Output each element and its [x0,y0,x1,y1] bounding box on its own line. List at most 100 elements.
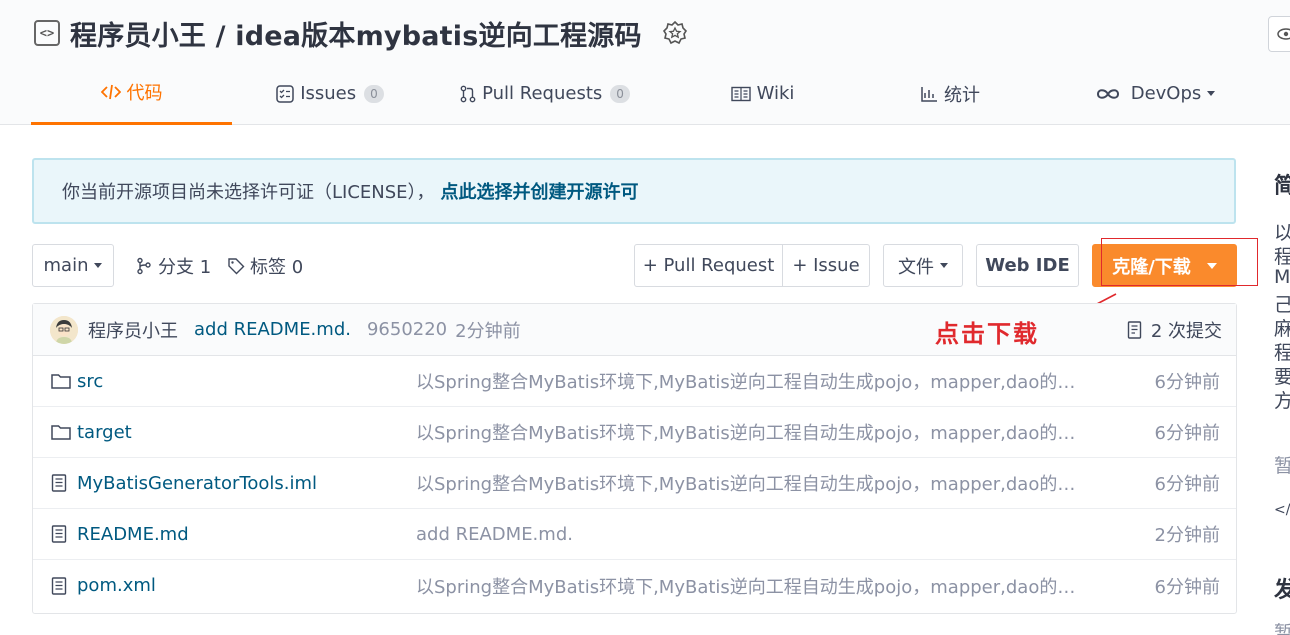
wiki-icon [730,86,751,102]
recommend-badge-icon[interactable] [662,20,688,46]
stats-icon [920,85,938,103]
branches-count: 分支 1 [158,256,212,278]
file-row[interactable]: pom.xml 以Spring整合MyBatis环境下,MyBatis逆向工程自动… [33,560,1236,611]
file-commit-message[interactable]: add README.md. [416,524,1076,545]
avatar[interactable] [50,315,78,344]
file-time: 2分钟前 [1154,525,1220,546]
license-banner-text: 你当前开源项目尚未选择许可证（LICENSE）， [62,182,435,203]
file-menu-button[interactable]: 文件 [883,244,963,287]
file-time: 6分钟前 [1154,423,1220,444]
branch-select[interactable]: main [32,244,114,287]
new-pull-request-button[interactable]: + Pull Request [634,244,783,287]
repo-title-bar: <> 程序员小王 / idea版本mybatis逆向工程源码 [34,14,688,52]
tag-icon [228,257,245,274]
commit-author[interactable]: 程序员小王 [88,317,178,343]
web-ide-label: Web IDE [985,255,1070,276]
file-name-link[interactable]: target [77,422,416,443]
tab-issues[interactable]: Issues 0 [255,62,405,125]
sidebar-intro-line: M [1274,266,1290,288]
folder-icon [51,423,71,441]
tab-devops[interactable]: DevOps [1085,62,1225,125]
sidebar-release-heading: 发 [1274,578,1290,603]
commit-time: 2分钟前 [455,320,521,342]
watch-button[interactable] [1268,16,1290,52]
commit-hash[interactable]: 9650220 [367,319,447,340]
sidebar-intro-heading: 简 [1274,174,1290,199]
web-ide-button[interactable]: Web IDE [976,244,1079,287]
branch-select-label: main [43,255,89,276]
repo-title[interactable]: 程序员小王 / idea版本mybatis逆向工程源码 [70,14,642,53]
sidebar-intro-line: 程 [1274,246,1290,268]
tab-pull-requests-label: Pull Requests [482,83,603,104]
repo-header: <> 程序员小王 / idea版本mybatis逆向工程源码 代码 Issues… [0,0,1290,125]
tab-devops-label: DevOps [1130,83,1202,104]
sidebar-release-empty: 暂 [1274,622,1290,635]
file-commit-message[interactable]: 以Spring整合MyBatis环境下,MyBatis逆向工程自动生成pojo，… [416,470,1076,496]
sidebar-code-link[interactable]: </> [1274,502,1290,518]
license-banner: 你当前开源项目尚未选择许可证（LICENSE）， 点此选择并创建开源许可 [32,158,1236,224]
file-row[interactable]: target 以Spring整合MyBatis环境下,MyBatis逆向工程自动生… [33,407,1236,458]
issues-icon [276,84,294,103]
file-commit-message[interactable]: 以Spring整合MyBatis环境下,MyBatis逆向工程自动生成pojo，… [416,368,1076,394]
file-time: 6分钟前 [1154,474,1220,495]
pull-request-icon [460,85,476,103]
file-row[interactable]: README.md add README.md. 2分钟前 [33,509,1236,560]
commit-history-icon [1127,321,1142,339]
tab-stats[interactable]: 统计 [895,62,1005,125]
devops-icon [1095,87,1121,101]
repo-tabs: 代码 Issues 0 Pull Requests 0 Wiki 统计 DevO… [0,62,1290,125]
repo-toolbar: main 分支 1 标签 0 + Pull Request + Issue 文件… [32,244,1238,288]
sidebar-empty-text: 暂 [1274,455,1290,477]
file-row[interactable]: MyBatisGeneratorTools.iml 以Spring整合MyBati… [33,458,1236,509]
tab-code[interactable]: 代码 [31,62,232,125]
file-menu-label: 文件 [898,256,934,278]
file-name-link[interactable]: src [77,371,416,392]
chevron-down-icon [1207,91,1216,96]
sidebar-intro-line: 以 [1274,222,1290,244]
chevron-down-icon [94,263,103,268]
sidebar-intro-line: 要 [1274,366,1290,388]
new-issue-button[interactable]: + Issue [782,244,870,287]
file-table: 程序员小王 add README.md. 9650220 2分钟前 点击下载 2… [32,303,1237,614]
code-icon [100,84,121,100]
tags-count: 标签 0 [250,256,304,278]
commit-message-link[interactable]: add README.md. [194,319,351,340]
file-icon [51,474,71,492]
file-time: 6分钟前 [1154,576,1220,598]
chevron-down-icon [940,263,948,268]
commits-count-label: 2 次提交 [1150,321,1222,342]
pr-count-badge: 0 [610,84,630,103]
commits-count-link[interactable]: 2 次提交 [1127,304,1222,356]
branches-link[interactable]: 分支 1 [136,244,211,287]
sidebar-intro-line: 己 [1274,294,1290,316]
latest-commit-row: 程序员小王 add README.md. 9650220 2分钟前 点击下载 2… [33,304,1236,356]
tab-code-label: 代码 [126,83,163,104]
sidebar-intro-line: 麻 [1274,318,1290,340]
file-icon [51,576,71,595]
branch-icon [137,257,151,274]
download-annotation: 点击下载 [935,320,1039,348]
tab-wiki-label: Wiki [756,83,795,104]
file-commit-message[interactable]: 以Spring整合MyBatis环境下,MyBatis逆向工程自动生成pojo，… [416,419,1076,445]
file-name-link[interactable]: pom.xml [77,575,416,596]
file-name-link[interactable]: README.md [77,524,416,545]
file-time: 6分钟前 [1154,372,1220,393]
tab-stats-label: 统计 [944,84,980,106]
file-commit-message[interactable]: 以Spring整合MyBatis环境下,MyBatis逆向工程自动生成pojo，… [416,573,1076,599]
folder-icon [51,372,71,390]
file-name-link[interactable]: MyBatisGeneratorTools.iml [77,473,416,494]
eye-icon [1277,28,1290,40]
file-icon [51,525,71,543]
repo-icon: <> [34,20,60,46]
tags-link[interactable]: 标签 0 [227,244,303,287]
sidebar-intro-line: 程 [1274,342,1290,364]
new-pull-request-label: + Pull Request [642,255,775,276]
sidebar-intro-line: 方 [1274,390,1290,412]
create-license-link[interactable]: 点此选择并创建开源许可 [441,178,639,204]
file-row[interactable]: src 以Spring整合MyBatis环境下,MyBatis逆向工程自动生成po… [33,356,1236,407]
tab-pull-requests[interactable]: Pull Requests 0 [445,62,645,125]
tab-issues-label: Issues [300,83,357,104]
new-issue-label: + Issue [792,255,860,276]
issues-count-badge: 0 [364,84,384,103]
tab-wiki[interactable]: Wiki [700,62,825,125]
